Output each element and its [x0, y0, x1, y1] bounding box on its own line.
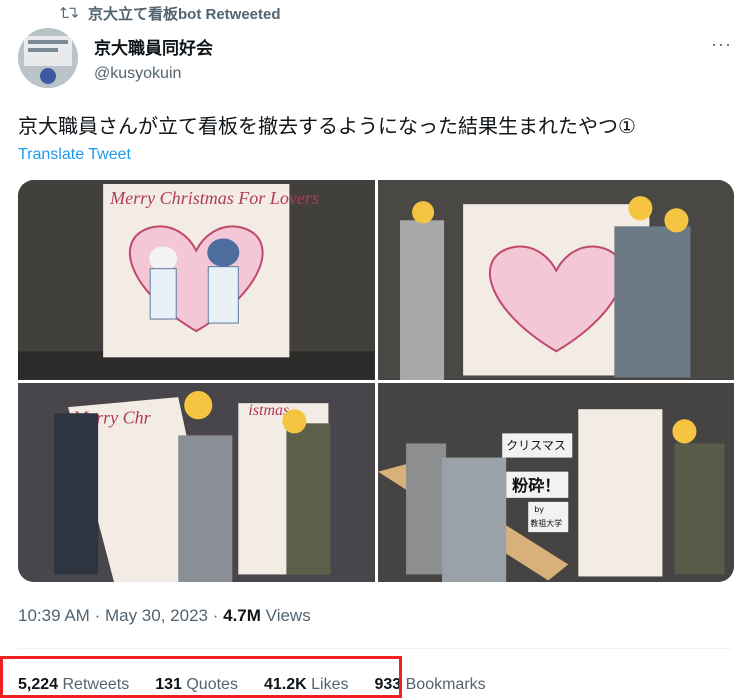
handle[interactable]: @kusyokuin: [94, 65, 213, 83]
retweet-icon: [60, 6, 78, 18]
tweet-time[interactable]: 10:39 AM: [18, 606, 90, 625]
more-options-button[interactable]: ···: [711, 34, 732, 55]
tweet-date[interactable]: May 30, 2023: [105, 606, 208, 625]
board-line-3: by: [534, 504, 544, 513]
sign-text-3: istmas: [248, 402, 289, 419]
media-grid: Merry Christmas For Lovers Merry Chr ist…: [18, 180, 734, 582]
translate-tweet-link[interactable]: Translate Tweet: [18, 146, 131, 164]
author-block: 京大職員同好会 @kusyokuin: [94, 34, 213, 83]
photo-1[interactable]: Merry Christmas For Lovers: [18, 180, 375, 380]
views-label: Views: [265, 606, 311, 625]
retweet-header: 京大立て看板bot Retweeted: [60, 2, 281, 24]
views-count: 4.7M: [223, 606, 261, 625]
divider: [18, 648, 732, 649]
meta-separator: ·: [94, 606, 101, 625]
board-line-1: クリスマス: [506, 438, 566, 452]
photo-4[interactable]: クリスマス 粉砕！ by 教祖大学: [377, 382, 734, 582]
display-name[interactable]: 京大職員同好会: [94, 34, 213, 59]
avatar[interactable]: [18, 28, 78, 88]
board-line-4: 教祖大学: [530, 518, 562, 528]
retweet-label: 京大立て看板bot Retweeted: [88, 5, 281, 23]
board-line-2: 粉砕！: [512, 475, 560, 494]
tweet-text: 京大職員さんが立て看板を撤去するようになった結果生まれたやつ①: [18, 116, 636, 138]
red-highlight-box: [0, 656, 402, 698]
photo-3[interactable]: Merry Chr istmas: [18, 382, 375, 582]
photo-2[interactable]: [377, 180, 734, 380]
tweet-meta: 10:39 AM · May 30, 2023 · 4.7M Views: [18, 606, 311, 626]
meta-separator: ·: [212, 606, 219, 625]
sign-text: Merry Christmas For Lovers: [109, 188, 319, 208]
